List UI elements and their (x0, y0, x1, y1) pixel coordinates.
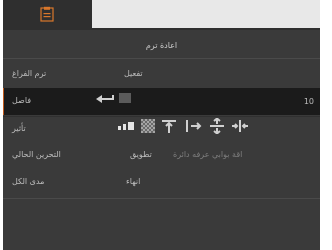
row5-value[interactable]: انهاء (126, 177, 140, 187)
page-title: اعادة ترم (145, 41, 178, 50)
align-right-icon[interactable] (184, 119, 202, 133)
row2-label: فاصل (12, 96, 32, 105)
divider (3, 198, 320, 199)
settings-panel: اعادة ترم ترم الفراغ تفعيل فاصل 10 تأثير (3, 0, 320, 250)
row3-label: تأثير (12, 124, 26, 133)
clipboard-icon[interactable] (40, 6, 54, 22)
row4-disabled-value: اقة بوابي عرفه دائرة (173, 150, 243, 159)
row2-value: 10 (303, 97, 314, 106)
divider (3, 58, 320, 59)
stop-icon (119, 93, 131, 103)
align-center-icon[interactable] (208, 118, 226, 134)
align-top-icon[interactable] (160, 118, 178, 134)
bars-icon[interactable] (117, 120, 137, 132)
top-search-area[interactable] (92, 0, 320, 28)
row5-label: مدى الكل (12, 177, 45, 186)
row1-value[interactable]: تفعيل (124, 69, 143, 79)
enter-icon (96, 95, 114, 103)
row2-highlight[interactable] (3, 88, 320, 115)
divider (3, 116, 320, 117)
checker-icon[interactable] (141, 119, 155, 133)
row4-value[interactable]: تطويق (130, 150, 152, 160)
row4-label: التحرين الحالي (12, 150, 61, 159)
align-split-icon[interactable] (231, 119, 249, 133)
row1-label: ترم الفراغ (12, 69, 47, 78)
